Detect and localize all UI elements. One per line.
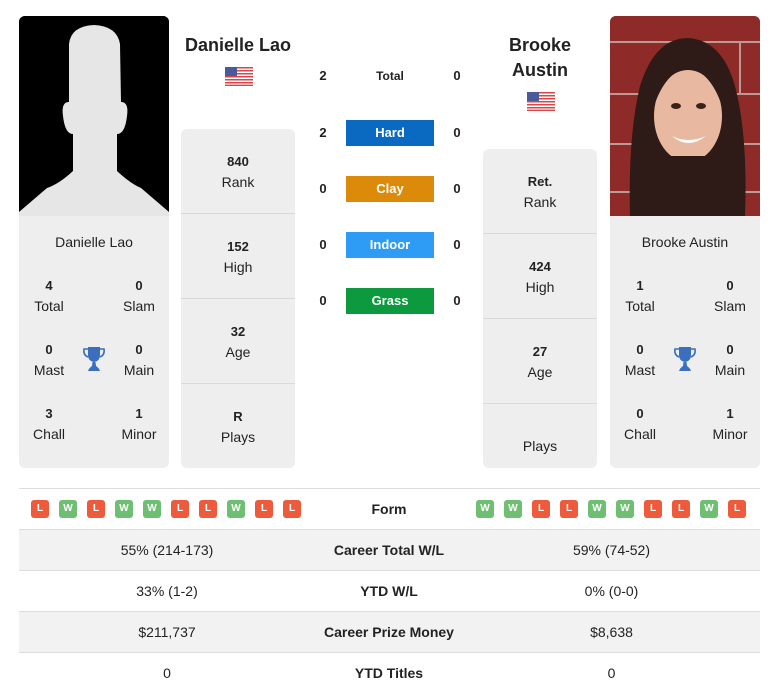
h2h-row-clay: 0 Clay 0 bbox=[310, 176, 470, 202]
us-flag-icon bbox=[527, 92, 555, 111]
titles-slam: 0 Slam bbox=[714, 278, 746, 314]
player-right-name[interactable]: Brooke Austin bbox=[480, 33, 600, 83]
player-right-form: WWLLWWLLWL bbox=[476, 500, 746, 518]
titles-total: 1 Total bbox=[625, 278, 655, 314]
form-badge-loss[interactable]: L bbox=[87, 500, 105, 518]
player-left-titles-card: Danielle Lao 4 Total 0 Slam 0 Mast 0 Mai… bbox=[19, 216, 169, 468]
titles-main: 0 Main bbox=[123, 342, 155, 378]
player-portrait-image bbox=[610, 16, 760, 216]
form-label: Form bbox=[371, 501, 407, 517]
h2h-row-grass: 0 Grass 0 bbox=[310, 288, 470, 314]
titles-chall: 0 Chall bbox=[624, 406, 656, 442]
surface-badge-clay: Clay bbox=[346, 176, 434, 202]
trophy-icon bbox=[674, 347, 696, 371]
stat-age: 27 Age bbox=[483, 319, 597, 404]
titles-slam: 0 Slam bbox=[123, 278, 155, 314]
stat-age: 32 Age bbox=[181, 299, 295, 384]
form-badge-loss[interactable]: L bbox=[560, 500, 578, 518]
form-badge-win[interactable]: W bbox=[143, 500, 161, 518]
form-badge-win[interactable]: W bbox=[700, 500, 718, 518]
table-row: 33% (1-2) YTD W/L 0% (0-0) bbox=[19, 571, 760, 612]
player-left-card-name[interactable]: Danielle Lao bbox=[19, 234, 169, 250]
form-badge-win[interactable]: W bbox=[227, 500, 245, 518]
h2h-total-label: Total bbox=[376, 69, 404, 83]
trophy-icon bbox=[83, 347, 105, 371]
player-right-titles-card: Brooke Austin 1 Total 0 Slam 0 Mast 0 Ma… bbox=[610, 216, 760, 468]
form-badge-loss[interactable]: L bbox=[283, 500, 301, 518]
titles-main: 0 Main bbox=[714, 342, 746, 378]
form-badge-loss[interactable]: L bbox=[644, 500, 662, 518]
h2h-row-indoor: 0 Indoor 0 bbox=[310, 232, 470, 258]
form-badge-win[interactable]: W bbox=[588, 500, 606, 518]
form-badge-win[interactable]: W bbox=[504, 500, 522, 518]
form-badge-loss[interactable]: L bbox=[255, 500, 273, 518]
form-badge-loss[interactable]: L bbox=[728, 500, 746, 518]
titles-mast: 0 Mast bbox=[624, 342, 656, 378]
surface-badge-hard: Hard bbox=[346, 120, 434, 146]
stat-high: 424 High bbox=[483, 234, 597, 319]
table-row: $211,737 Career Prize Money $8,638 bbox=[19, 612, 760, 653]
table-row: 0 YTD Titles 0 bbox=[163, 665, 616, 681]
stat-high: 152 High bbox=[181, 214, 295, 299]
stat-rank: 840 Rank bbox=[181, 129, 295, 214]
form-badge-win[interactable]: W bbox=[115, 500, 133, 518]
titles-mast: 0 Mast bbox=[33, 342, 65, 378]
titles-total: 4 Total bbox=[34, 278, 64, 314]
form-badge-loss[interactable]: L bbox=[532, 500, 550, 518]
player-right-stats: Ret. Rank 424 High 27 Age Plays bbox=[483, 149, 597, 468]
us-flag-icon bbox=[225, 67, 253, 86]
form-badge-loss[interactable]: L bbox=[672, 500, 690, 518]
stat-plays: R Plays bbox=[220, 409, 256, 445]
form-row: LWLWWLLWLL Form WWLLWWLLWL bbox=[19, 489, 760, 530]
form-badge-win[interactable]: W bbox=[59, 500, 77, 518]
player-left-name[interactable]: Danielle Lao bbox=[178, 33, 298, 58]
form-badge-loss[interactable]: L bbox=[199, 500, 217, 518]
player-right-card-name[interactable]: Brooke Austin bbox=[610, 234, 760, 250]
stat-rank: Ret. Rank bbox=[483, 149, 597, 234]
silhouette-icon bbox=[19, 16, 169, 216]
player-right-photo bbox=[610, 16, 760, 216]
h2h-row-total: 2 Total 0 bbox=[310, 63, 470, 89]
titles-chall: 3 Chall bbox=[33, 406, 65, 442]
surface-badge-grass: Grass bbox=[346, 288, 434, 314]
player-left-form: LWLWWLLWLL bbox=[31, 500, 301, 518]
form-badge-win[interactable]: W bbox=[476, 500, 494, 518]
table-row: 55% (214-173) Career Total W/L 59% (74-5… bbox=[19, 530, 760, 571]
player-left-photo bbox=[19, 16, 169, 216]
player-left-stats: 840 Rank 152 High 32 Age R Plays bbox=[181, 129, 295, 468]
titles-minor: 1 Minor bbox=[712, 406, 748, 442]
form-badge-loss[interactable]: L bbox=[31, 500, 49, 518]
surface-badge-indoor: Indoor bbox=[346, 232, 434, 258]
form-badge-loss[interactable]: L bbox=[171, 500, 189, 518]
comparison-table: LWLWWLLWLL Form WWLLWWLLWL 55% (214-173)… bbox=[19, 488, 760, 694]
stat-plays: Plays bbox=[522, 438, 558, 454]
form-badge-win[interactable]: W bbox=[616, 500, 634, 518]
titles-minor: 1 Minor bbox=[121, 406, 157, 442]
h2h-row-hard: 2 Hard 0 bbox=[310, 120, 470, 146]
